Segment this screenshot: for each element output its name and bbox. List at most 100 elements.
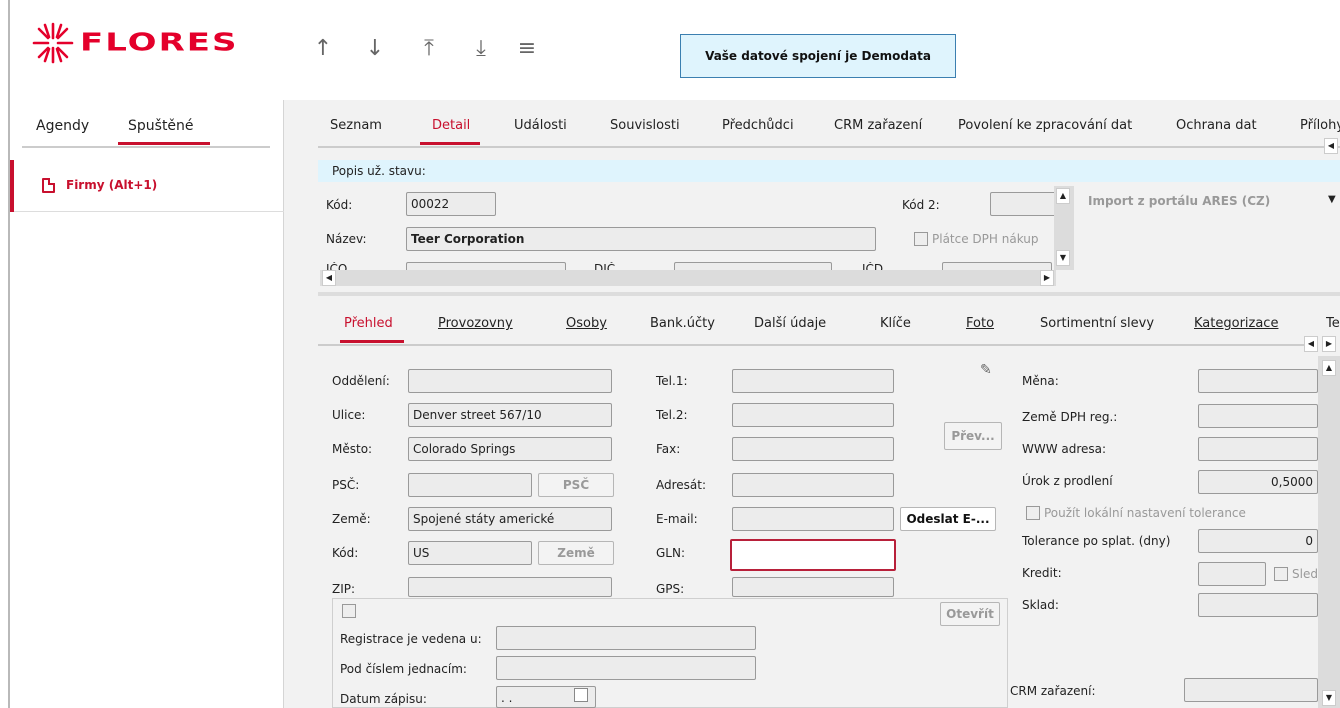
gps-field[interactable] <box>732 577 894 597</box>
calendar-icon[interactable] <box>574 688 588 702</box>
chevron-down-icon[interactable]: ▼ <box>1328 194 1336 205</box>
edit-pencil-icon[interactable]: ✎ <box>980 362 992 378</box>
tel1-field[interactable] <box>732 369 894 393</box>
subtab-dalsi-udaje[interactable]: Další údaje <box>754 316 826 331</box>
subtab-divider <box>318 344 1318 346</box>
tab-udalosti[interactable]: Události <box>514 118 567 133</box>
arrow-down-icon[interactable]: ↓ <box>362 36 388 61</box>
registration-box <box>332 598 1008 708</box>
tolerance-checkbox-label: Použít lokální nastavení tolerance <box>1044 506 1246 520</box>
prev-button[interactable]: Přev... <box>944 422 1002 450</box>
subtab-kategorizace[interactable]: Kategorizace <box>1194 316 1278 331</box>
import-select[interactable]: Import z portálu ARES (CZ) <box>1088 194 1270 208</box>
zeme-button[interactable]: Země <box>538 541 614 565</box>
zeme-dph-field[interactable] <box>1198 404 1318 428</box>
oddeleni-field[interactable] <box>408 369 612 393</box>
scroll-left-icon[interactable]: ◀ <box>322 270 336 286</box>
subtab-foto[interactable]: Foto <box>966 316 994 331</box>
tab-crm-zarazeni[interactable]: CRM zařazení <box>834 118 922 133</box>
crm-zarazeni-field[interactable] <box>1184 678 1318 702</box>
tolerance-checkbox[interactable] <box>1026 506 1040 520</box>
psc-field[interactable] <box>408 473 532 497</box>
zeme-field[interactable]: Spojené státy americké <box>408 507 612 531</box>
flores-logo-text: FLORES <box>80 28 239 57</box>
zip-field[interactable] <box>408 577 612 597</box>
kod-field[interactable]: 00022 <box>406 192 496 216</box>
subtab-provozovny[interactable]: Provozovny <box>438 316 513 331</box>
subtab-prehled[interactable]: Přehled <box>344 316 393 331</box>
fax-field[interactable] <box>732 437 894 461</box>
subtab-sortimentni-slevy[interactable]: Sortimentní slevy <box>1040 316 1154 331</box>
sled-checkbox[interactable] <box>1274 567 1288 581</box>
upper-horizontal-scrollbar[interactable] <box>320 270 1056 286</box>
mesto-field[interactable]: Colorado Springs <box>408 437 612 461</box>
www-field[interactable] <box>1198 437 1318 461</box>
active-tab-underline <box>118 142 210 145</box>
subtab-bank-ucty[interactable]: Bank.účty <box>650 316 715 331</box>
menu-icon[interactable]: ≡ <box>514 36 540 61</box>
adresat-label: Adresát: <box>656 478 707 492</box>
tab-seznam[interactable]: Seznam <box>330 118 382 133</box>
sled-label: Sled <box>1292 567 1318 581</box>
arrow-to-top-icon[interactable]: ⤒ <box>416 36 442 61</box>
zeme-dph-label: Země DPH reg.: <box>1022 410 1118 424</box>
platce-dph-checkbox[interactable] <box>914 232 928 246</box>
scroll-up-icon[interactable]: ▲ <box>1056 188 1070 204</box>
subtab-klice[interactable]: Klíče <box>880 316 911 331</box>
ulice-field[interactable]: Denver street 567/10 <box>408 403 612 427</box>
tab-souvislosti[interactable]: Souvislosti <box>610 118 680 133</box>
dic-label: DIČ <box>594 262 616 270</box>
tab-spustene[interactable]: Spuštěné <box>128 118 194 134</box>
subtab-osoby[interactable]: Osoby <box>566 316 607 331</box>
registrace-label: Registrace je vedena u: <box>340 632 482 646</box>
tab-ochrana-dat[interactable]: Ochrana dat <box>1176 118 1257 133</box>
arrow-up-icon[interactable]: ↑ <box>310 36 336 61</box>
tab-predchudci[interactable]: Předchůdci <box>722 118 794 133</box>
nazev-field[interactable]: Teer Corporation <box>406 227 876 251</box>
subtabs-scroll-left-icon[interactable]: ◀ <box>1304 336 1318 352</box>
document-icon <box>42 178 55 193</box>
crm-zarazeni-label: CRM zařazení: <box>1010 684 1096 698</box>
psc-button[interactable]: PSČ <box>538 473 614 497</box>
right-vertical-scrollbar[interactable] <box>1318 356 1340 708</box>
tab-agendy[interactable]: Agendy <box>36 118 89 134</box>
kredit-field[interactable] <box>1198 562 1266 586</box>
tel2-label: Tel.2: <box>656 408 688 422</box>
scroll-down-icon[interactable]: ▼ <box>1322 690 1336 706</box>
sidebar-item-label[interactable]: Firmy (Alt+1) <box>66 178 157 192</box>
scroll-down-icon[interactable]: ▼ <box>1056 250 1070 266</box>
arrow-to-bottom-icon[interactable]: ⤓ <box>468 36 494 61</box>
registrace-field[interactable] <box>496 626 756 650</box>
tab-prilohy[interactable]: Přílohy <box>1300 118 1340 133</box>
tolerance-field[interactable]: 0 <box>1198 529 1318 553</box>
kod2-field[interactable] <box>990 192 1056 216</box>
tab-povoleni[interactable]: Povolení ke zpracování dat <box>958 118 1132 133</box>
zeme-label: Země: <box>332 512 371 526</box>
otevrit-button[interactable]: Otevřít <box>940 602 1000 626</box>
tel2-field[interactable] <box>732 403 894 427</box>
tab-detail[interactable]: Detail <box>432 118 470 133</box>
gln-field[interactable] <box>730 539 896 571</box>
kod2-label: Kód 2: <box>902 198 940 212</box>
scroll-right-icon[interactable]: ▶ <box>1040 270 1054 286</box>
kod-zeme-field[interactable]: US <box>408 541 532 565</box>
scroll-up-icon[interactable]: ▲ <box>1322 360 1336 376</box>
adresat-field[interactable] <box>732 473 894 497</box>
pod-cislem-field[interactable] <box>496 656 756 680</box>
ico-label: IČO <box>326 262 348 270</box>
ulice-label: Ulice: <box>332 408 366 422</box>
odeslat-email-button[interactable]: Odeslat E-... <box>900 507 996 531</box>
registration-checkbox[interactable] <box>342 604 356 618</box>
icd-label: IČD <box>862 262 884 270</box>
mena-field[interactable] <box>1198 369 1318 393</box>
section-divider <box>318 292 1340 296</box>
tabs-scroll-left-icon[interactable]: ◀ <box>1324 138 1338 154</box>
subtabs-scroll-right-icon[interactable]: ▶ <box>1322 336 1336 352</box>
sklad-field[interactable] <box>1198 593 1318 617</box>
active-tab-underline <box>420 142 480 145</box>
email-field[interactable] <box>732 507 894 531</box>
subtab-te[interactable]: Te <box>1326 316 1340 331</box>
active-subtab-underline <box>340 340 404 343</box>
www-label: WWW adresa: <box>1022 442 1107 456</box>
urok-field[interactable]: 0,5000 <box>1198 470 1318 494</box>
